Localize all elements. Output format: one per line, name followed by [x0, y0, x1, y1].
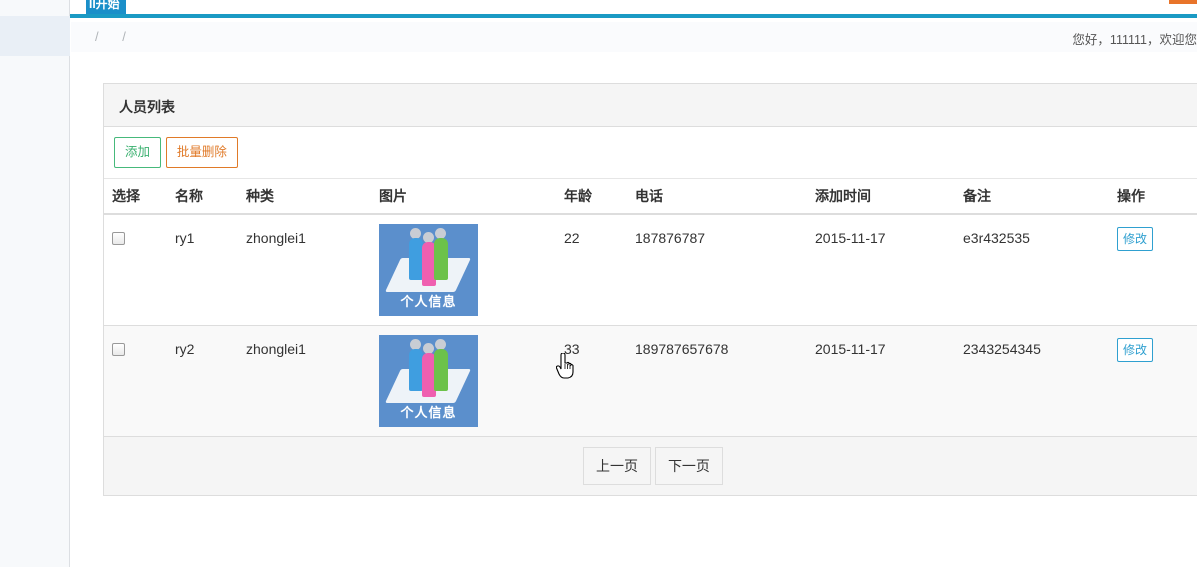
column-header: 备注: [955, 179, 1109, 215]
user-greeting: 您好，111111，欢迎您: [1072, 33, 1197, 47]
next-page-button[interactable]: 下一页: [654, 446, 723, 485]
breadcrumb: / /: [95, 29, 146, 44]
pagination: 上一页 下一页: [104, 436, 1197, 495]
column-header: 图片: [371, 179, 556, 215]
table-row: ry2 zhonglei1 个人信息 33 189787657678 2015-…: [104, 325, 1197, 437]
row-select-checkbox[interactable]: [112, 232, 125, 245]
phone-cell: 189787657678: [627, 325, 807, 437]
age-cell: 22: [556, 214, 627, 326]
table-row: ry1 zhonglei1 个人信息 22 187876787 2015-11-…: [104, 214, 1197, 326]
name-cell: ry2: [167, 325, 238, 437]
prev-page-button[interactable]: 上一页: [583, 446, 652, 485]
person-list-panel: 人员列表 添加 批量删除 选择 名称 种类 图片 年龄 电话 添加时间 备注 操…: [103, 83, 1197, 496]
add-button[interactable]: 添加: [114, 137, 162, 168]
column-header: 选择: [104, 179, 167, 215]
breadcrumb-separator: /: [95, 29, 99, 44]
personal-info-icon: 个人信息: [379, 334, 478, 427]
corner-accent: [1169, 0, 1197, 4]
batch-delete-button[interactable]: 批量删除: [165, 137, 238, 168]
column-header: 名称: [167, 179, 238, 215]
person-table: 选择 名称 种类 图片 年龄 电话 添加时间 备注 操作 ry1 zhongle…: [104, 179, 1197, 437]
breadcrumb-separator: /: [122, 29, 126, 44]
category-cell: zhonglei1: [238, 325, 371, 437]
category-cell: zhonglei1: [238, 214, 371, 326]
table-header-row: 选择 名称 种类 图片 年龄 电话 添加时间 备注 操作: [104, 179, 1197, 215]
column-header: 年龄: [556, 179, 627, 215]
hand-pointer-cursor-icon: [556, 353, 574, 379]
image-caption: 个人信息: [400, 294, 457, 309]
personal-info-icon: 个人信息: [379, 224, 478, 316]
panel-title: 人员列表: [104, 84, 1197, 127]
breadcrumb-bar: / / 您好，111111，欢迎您: [71, 22, 1197, 52]
sidebar-active-item[interactable]: [0, 16, 70, 56]
column-header: 操作: [1109, 179, 1197, 215]
note-cell: e3r432535: [955, 214, 1109, 326]
phone-cell: 187876787: [627, 214, 807, 326]
edit-button[interactable]: 修改: [1117, 337, 1154, 362]
age-cell: 33: [556, 325, 627, 437]
column-header: 添加时间: [807, 179, 955, 215]
top-tab-start[interactable]: II开始: [86, 0, 126, 14]
name-cell: ry1: [167, 214, 238, 326]
left-sidebar: [0, 0, 70, 567]
toolbar: 添加 批量删除: [104, 127, 1197, 179]
top-bar: II开始: [70, 0, 1197, 18]
added-time-cell: 2015-11-17: [807, 325, 955, 437]
edit-button[interactable]: 修改: [1117, 227, 1154, 251]
added-time-cell: 2015-11-17: [807, 214, 955, 326]
image-caption: 个人信息: [400, 404, 457, 420]
row-select-checkbox[interactable]: [112, 342, 125, 356]
column-header: 种类: [238, 179, 371, 215]
column-header: 电话: [627, 179, 807, 215]
note-cell: 2343254345: [955, 325, 1109, 437]
